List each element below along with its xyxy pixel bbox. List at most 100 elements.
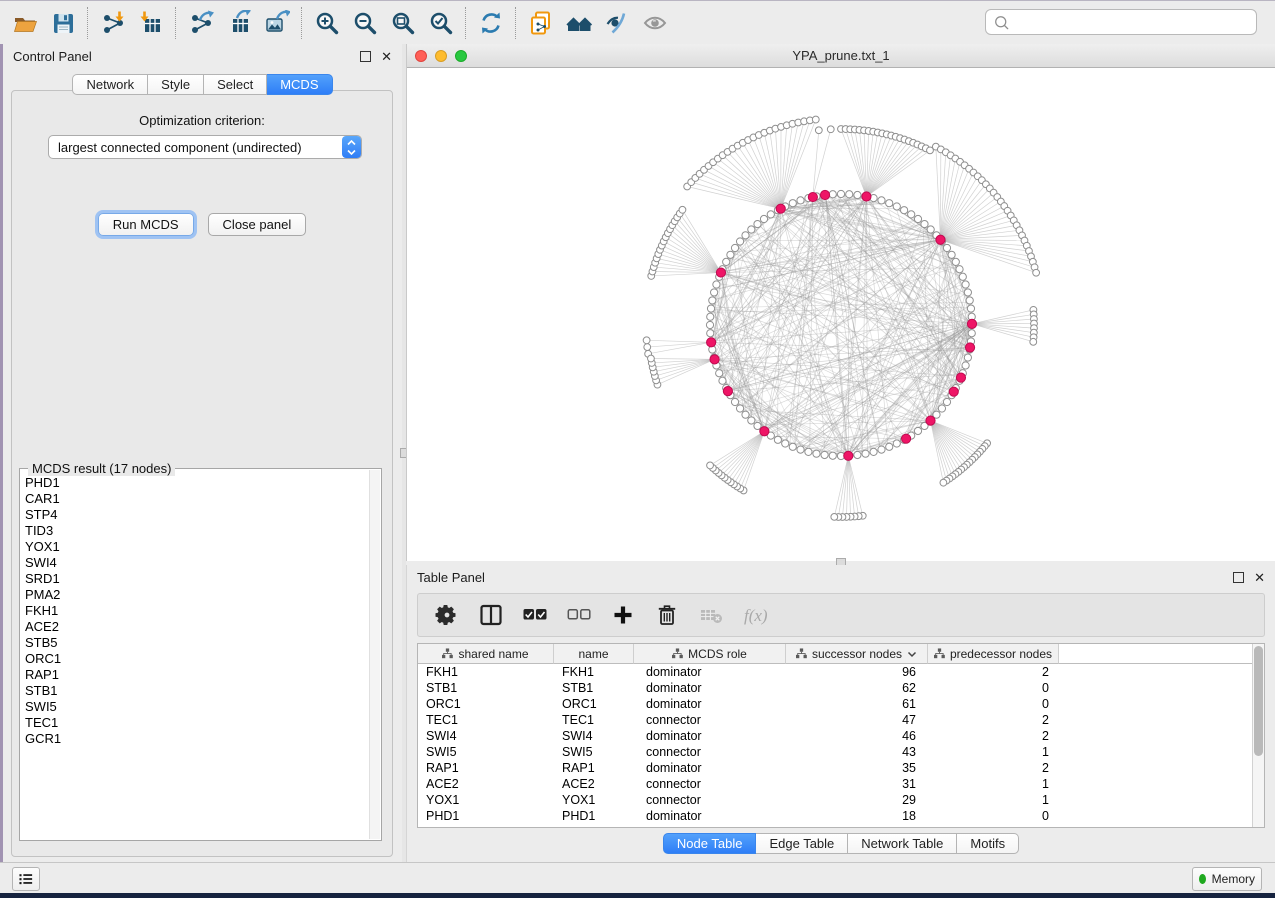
table-row[interactable]: SWI5SWI5connector431 [418,744,1264,760]
import-table-icon[interactable] [132,5,170,41]
table-row[interactable]: RAP1RAP1dominator352 [418,760,1264,776]
toolbar-separator [301,7,303,39]
tab-node-table[interactable]: Node Table [663,833,757,854]
export-table-icon[interactable] [220,5,258,41]
split-columns-icon[interactable] [476,600,506,630]
mcds-result-item[interactable]: STP4 [22,507,369,523]
function-builder-icon: f(x) [740,600,770,630]
tab-motifs[interactable]: Motifs [957,833,1019,854]
tab-network-table[interactable]: Network Table [848,833,957,854]
cell-predecessor-nodes: 2 [928,713,1059,727]
table-toolbar: f(x) [417,593,1265,637]
mcds-result-item[interactable]: TEC1 [22,715,369,731]
mcds-result-item[interactable]: SRD1 [22,571,369,587]
export-image-icon[interactable] [258,5,296,41]
mcds-result-item[interactable]: PHD1 [22,475,369,491]
table-row[interactable]: TEC1TEC1connector472 [418,712,1264,728]
column-header-successor-nodes[interactable]: successor nodes [786,644,928,664]
mcds-result-list[interactable]: PHD1CAR1STP4TID3YOX1SWI4SRD1PMA2FKH1ACE2… [22,475,369,838]
mcds-result-item[interactable]: FKH1 [22,603,369,619]
mcds-result-item[interactable]: TID3 [22,523,369,539]
search-box[interactable] [985,9,1257,35]
float-panel-icon[interactable] [360,51,371,62]
zoom-fit-icon[interactable] [384,5,422,41]
tab-network[interactable]: Network [72,74,148,95]
zoom-in-icon[interactable] [308,5,346,41]
column-type-icon [672,648,683,659]
houses-icon[interactable] [560,5,598,41]
documents-share-icon[interactable] [522,5,560,41]
cell-successor-nodes: 31 [786,777,928,791]
select-all-icon[interactable] [520,600,550,630]
cell-MCDS-role: dominator [634,809,786,823]
search-input[interactable] [1015,14,1249,31]
mcds-result-item[interactable]: SWI5 [22,699,369,715]
eye-slash-icon[interactable] [598,5,636,41]
tab-mcds[interactable]: MCDS [267,74,332,95]
close-table-panel-icon[interactable]: ✕ [1254,573,1265,582]
network-canvas[interactable] [407,68,1275,561]
tab-style[interactable]: Style [148,74,204,95]
cell-predecessor-nodes: 2 [928,729,1059,743]
save-icon[interactable] [44,5,82,41]
export-network-icon[interactable] [182,5,220,41]
close-panel-icon[interactable]: ✕ [381,52,392,61]
eye-icon[interactable] [636,5,674,41]
trash-icon[interactable] [652,600,682,630]
mcds-result-item[interactable]: GCR1 [22,731,369,747]
mcds-list-scrollbar[interactable] [369,470,380,839]
table-scrollbar-thumb[interactable] [1254,646,1263,756]
table-row[interactable]: PHD1PHD1dominator180 [418,808,1264,824]
tab-select[interactable]: Select [204,74,267,95]
optimization-criterion-value: largest connected component (undirected) [49,140,342,155]
table-scrollbar[interactable] [1252,644,1264,827]
table-row[interactable]: FKH1FKH1dominator962 [418,664,1264,680]
mcds-result-item[interactable]: STB5 [22,635,369,651]
open-folder-icon[interactable] [6,5,44,41]
mcds-result-item[interactable]: STB1 [22,683,369,699]
close-panel-button[interactable]: Close panel [208,213,307,236]
column-header-MCDS-role[interactable]: MCDS role [634,644,786,664]
task-history-list-icon[interactable] [12,867,40,891]
mcds-result-item[interactable]: PMA2 [22,587,369,603]
zoom-selected-icon[interactable] [422,5,460,41]
column-header-shared-name[interactable]: shared name [418,644,554,664]
svg-text:f(x): f(x) [744,606,768,625]
mcds-result-item[interactable]: CAR1 [22,491,369,507]
mcds-result-item[interactable]: ACE2 [22,619,369,635]
desktop-wallpaper-bottom [0,893,1275,898]
cell-MCDS-role: connector [634,713,786,727]
table-row[interactable]: SWI4SWI4dominator462 [418,728,1264,744]
tab-edge-table[interactable]: Edge Table [756,833,848,854]
gear-icon[interactable] [432,600,462,630]
memory-button[interactable]: Memory [1192,867,1262,891]
table-panel: Table Panel ✕ f(x) shared namenameMCDS r… [406,565,1275,862]
control-panel-title: Control Panel [13,49,92,64]
cell-name: ORC1 [554,697,634,711]
zoom-out-icon[interactable] [346,5,384,41]
refresh-icon[interactable] [472,5,510,41]
main-toolbar [0,0,1275,46]
mcds-result-item[interactable]: ORC1 [22,651,369,667]
network-graph[interactable] [407,68,1275,561]
deselect-all-icon[interactable] [564,600,594,630]
cell-name: SWI5 [554,745,634,759]
table-row[interactable]: ACE2ACE2connector311 [418,776,1264,792]
column-header-name[interactable]: name [554,644,634,664]
plus-icon[interactable] [608,600,638,630]
table-row[interactable]: STB1STB1dominator620 [418,680,1264,696]
column-header-predecessor-nodes[interactable]: predecessor nodes [928,644,1059,664]
optimization-criterion-select[interactable]: largest connected component (undirected) [48,135,362,159]
run-mcds-button[interactable]: Run MCDS [98,213,194,236]
float-table-panel-icon[interactable] [1233,572,1244,583]
mcds-result-item[interactable]: SWI4 [22,555,369,571]
network-window-titlebar[interactable]: YPA_prune.txt_1 [407,44,1275,68]
table-row[interactable]: YOX1YOX1connector291 [418,792,1264,808]
mcds-result-item[interactable]: RAP1 [22,667,369,683]
cell-name: YOX1 [554,793,634,807]
mcds-result-item[interactable]: YOX1 [22,539,369,555]
table-row[interactable]: ORC1ORC1dominator610 [418,696,1264,712]
import-network-icon[interactable] [94,5,132,41]
cell-predecessor-nodes: 1 [928,777,1059,791]
cell-shared-name: ORC1 [418,697,554,711]
